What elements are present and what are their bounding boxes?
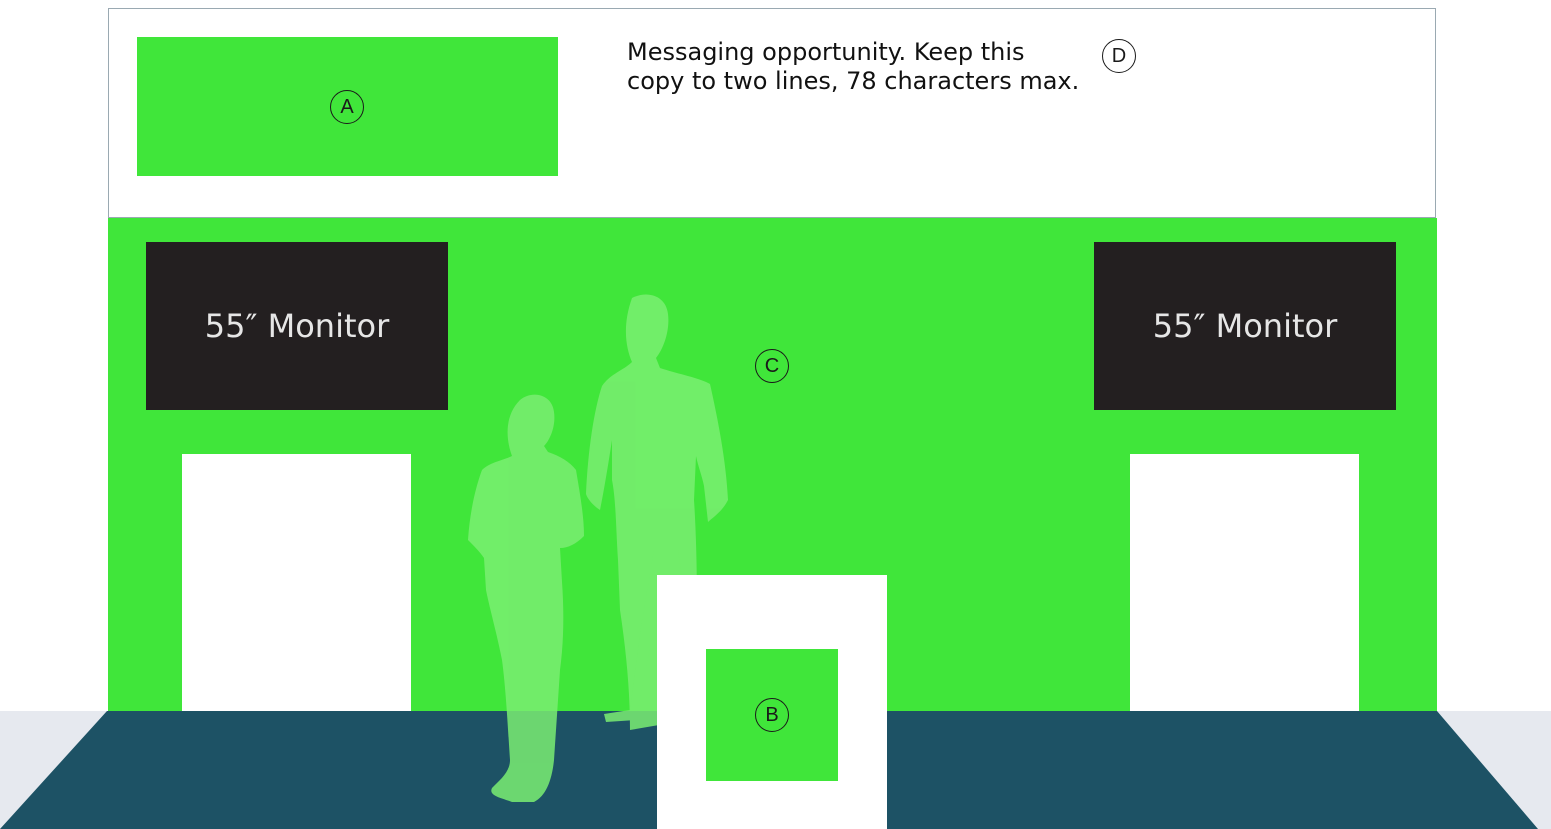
callout-c-badge: C [755,349,789,383]
door-left [182,454,411,711]
counter-graphic-area: B [706,649,838,781]
monitor-left-label: 55″ Monitor [204,307,390,345]
woman-silhouette [468,394,584,802]
callout-b-badge: B [755,698,789,732]
callout-a-badge: A [330,90,364,124]
reception-counter: B [657,575,887,829]
monitor-right: 55″ Monitor [1094,242,1396,410]
message-line-1: Messaging opportunity. Keep this [627,38,1025,66]
callout-d-badge: D [1102,39,1136,73]
message-line-2: copy to two lines, 78 characters max. [627,67,1080,95]
monitor-left: 55″ Monitor [146,242,448,410]
door-right [1130,454,1359,711]
logo-graphic-area: A [137,37,558,176]
messaging-copy: Messaging opportunity. Keep this copy to… [627,38,1147,96]
monitor-right-label: 55″ Monitor [1152,307,1338,345]
